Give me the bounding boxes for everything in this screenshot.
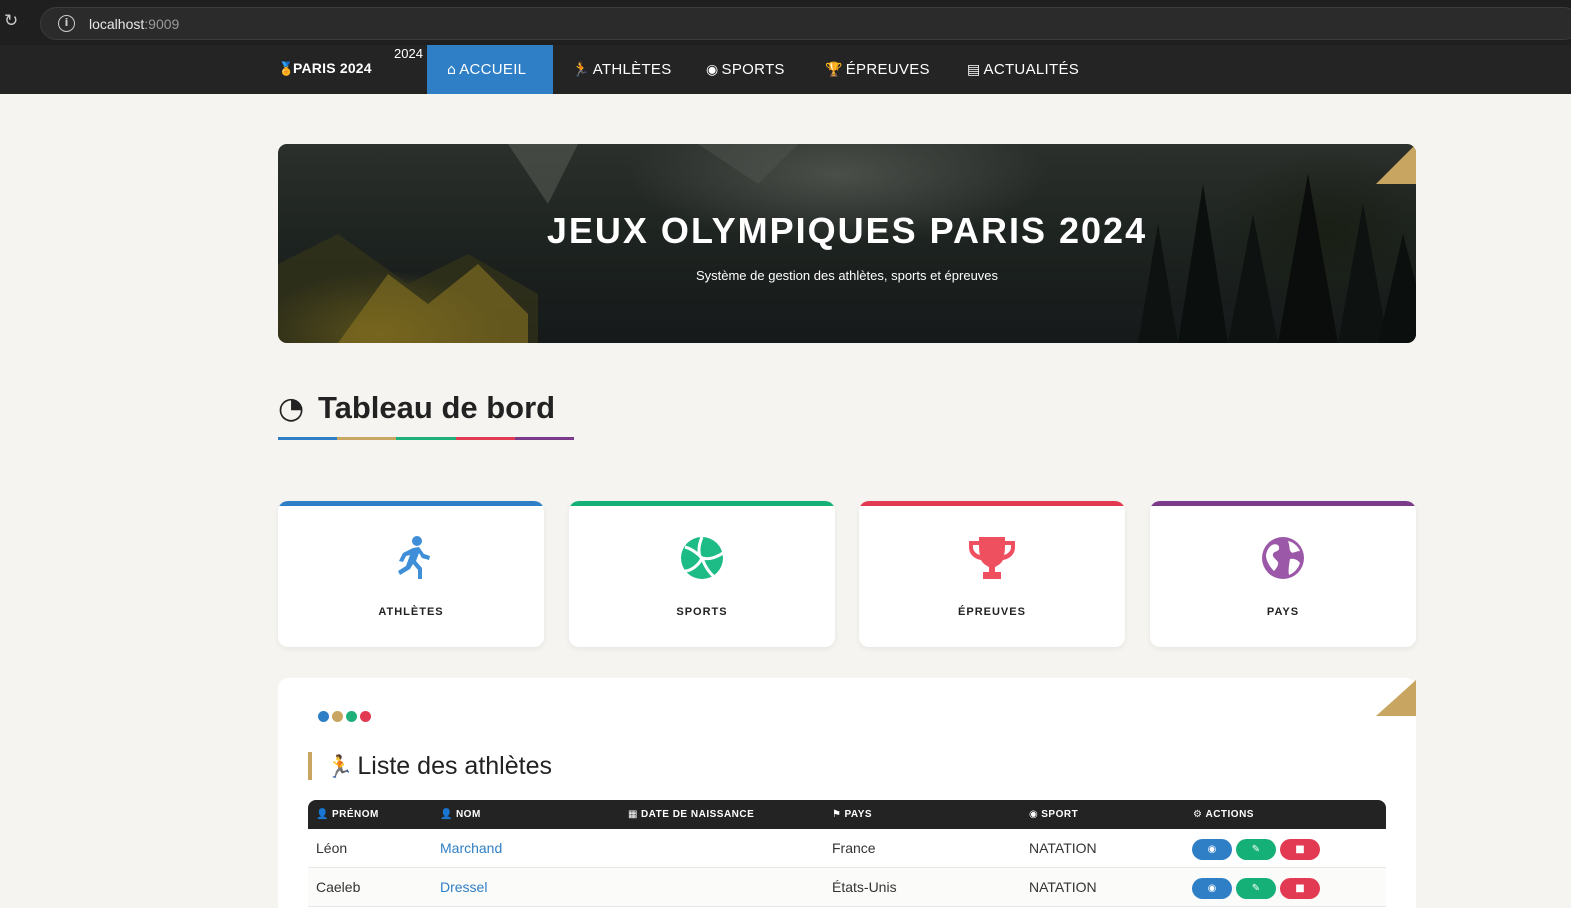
trophy-icon <box>859 535 1125 581</box>
olympic-dots <box>318 711 371 722</box>
stat-card-athletes[interactable]: ATHLÈTES <box>278 501 544 647</box>
row-actions: ◉ ✎ ■ <box>1192 878 1320 899</box>
nav-item-actualites[interactable]: ▤ ACTUALITÉS <box>967 45 1079 94</box>
cogs-icon: ⚙ <box>1193 809 1203 820</box>
trash-icon: ■ <box>1295 844 1305 855</box>
browser-toolbar: ↻ i localhost:9009 <box>0 0 1571 45</box>
hero-banner: JEUX OLYMPIQUES PARIS 2024 Système de ge… <box>278 144 1416 343</box>
stat-card-label: ATHLÈTES <box>378 606 444 618</box>
running-icon: 🏃 <box>326 755 354 780</box>
edit-button[interactable]: ✎ <box>1236 839 1276 860</box>
stat-card-epreuves[interactable]: ÉPREUVES <box>859 501 1125 647</box>
stat-card-sports[interactable]: SPORTS <box>569 501 835 647</box>
reload-icon[interactable]: ↻ <box>4 12 22 30</box>
athletes-list-title: 🏃 Liste des athlètes <box>308 752 552 780</box>
cell-sport: NATATION <box>1029 879 1097 895</box>
flag-icon: ⚑ <box>832 809 842 820</box>
column-header-date[interactable]: ▦ DATE DE NAISSANCE <box>628 800 754 829</box>
delete-button[interactable]: ■ <box>1280 839 1320 860</box>
cell-sport: NATATION <box>1029 840 1097 856</box>
dashboard-title: ◔ Tableau de bord <box>278 390 556 426</box>
volleyball-icon: ◉ <box>1029 809 1039 820</box>
hero-corner-accent <box>1376 144 1416 184</box>
cell-nom-link[interactable]: Dressel <box>440 868 487 907</box>
home-icon: ⌂ <box>447 62 457 78</box>
cell-pays: France <box>832 840 876 856</box>
site-info-icon[interactable]: i <box>58 15 75 32</box>
hero-subtitle: Système de gestion des athlètes, sports … <box>695 268 999 283</box>
address-bar[interactable]: i localhost:9009 <box>40 7 1571 40</box>
edit-icon: ✎ <box>1251 844 1261 855</box>
running-icon: 🏃 <box>572 62 590 78</box>
volleyball-icon: ◉ <box>706 62 719 78</box>
edit-icon: ✎ <box>1251 883 1261 894</box>
column-header-nom[interactable]: 👤 NOM <box>440 800 481 829</box>
nav-item-accueil[interactable]: ⌂ ACCUEIL <box>427 45 553 94</box>
eye-icon: ◉ <box>1207 883 1217 894</box>
row-actions: ◉ ✎ ■ <box>1192 839 1320 860</box>
column-header-actions: ⚙ ACTIONS <box>1193 809 1254 820</box>
column-header-pays[interactable]: ⚑ PAYS <box>832 800 872 829</box>
column-header-sport[interactable]: ◉ SPORT <box>1029 800 1078 829</box>
hero-title: JEUX OLYMPIQUES PARIS 2024 <box>546 210 1148 251</box>
url-text: localhost:9009 <box>89 16 180 32</box>
athletes-list-panel: 🏃 Liste des athlètes 👤 PRÉNOM 👤 NOM ▦ DATE D… <box>278 678 1416 908</box>
brand-superscript: 2024 <box>394 46 423 61</box>
eye-icon: ◉ <box>1207 844 1217 855</box>
trash-icon: ■ <box>1295 883 1305 894</box>
stat-card-label: PAYS <box>1266 606 1300 618</box>
column-header-prenom[interactable]: 👤 PRÉNOM <box>316 800 379 829</box>
view-button[interactable]: ◉ <box>1192 878 1232 899</box>
stat-card-label: SPORTS <box>676 606 728 618</box>
edit-button[interactable]: ✎ <box>1236 878 1276 899</box>
cell-pays: États-Unis <box>832 879 897 895</box>
volleyball-icon <box>569 535 835 581</box>
user-icon: 👤 <box>440 809 453 820</box>
nav-item-sports[interactable]: ◉ SPORTS <box>706 45 785 94</box>
cell-prenom: Léon <box>316 840 348 856</box>
stat-card-pays[interactable]: PAYS <box>1150 501 1416 647</box>
table-row: Léon Marchand France NATATION ◉ ✎ ■ <box>308 829 1386 868</box>
panel-corner-accent <box>1376 680 1416 716</box>
cell-nom-link[interactable]: Marchand <box>440 829 502 868</box>
dashboard-title-underline <box>278 437 575 440</box>
trophy-icon: 🏆 <box>825 62 843 78</box>
calendar-icon: ▦ <box>628 809 638 820</box>
athletes-table: 👤 PRÉNOM 👤 NOM ▦ DATE DE NAISSANCE ⚑ PAYS ◉ S… <box>308 800 1386 907</box>
tachometer-icon: ◔ <box>278 391 305 426</box>
running-icon <box>278 535 544 581</box>
nav-item-epreuves[interactable]: 🏆 ÉPREUVES <box>825 45 930 94</box>
newspaper-icon: ▤ <box>967 62 981 78</box>
nav-item-athletes[interactable]: 🏃 ATHLÈTES <box>572 45 672 94</box>
site-navbar: 🏅PARIS 2024 2024 ⌂ ACCUEIL 🏃 ATHLÈTES ◉ SPO… <box>0 45 1571 94</box>
table-row: Caeleb Dressel États-Unis NATATION ◉ ✎ ■ <box>308 868 1386 907</box>
brand-logo[interactable]: 🏅PARIS 2024 <box>278 60 372 77</box>
view-button[interactable]: ◉ <box>1192 839 1232 860</box>
delete-button[interactable]: ■ <box>1280 878 1320 899</box>
globe-icon <box>1150 535 1416 581</box>
stat-card-label: ÉPREUVES <box>958 606 1026 618</box>
medal-icon: 🏅 <box>278 62 295 77</box>
cell-prenom: Caeleb <box>316 879 361 895</box>
user-icon: 👤 <box>316 809 329 820</box>
table-header: 👤 PRÉNOM 👤 NOM ▦ DATE DE NAISSANCE ⚑ PAYS ◉ S… <box>308 800 1386 829</box>
